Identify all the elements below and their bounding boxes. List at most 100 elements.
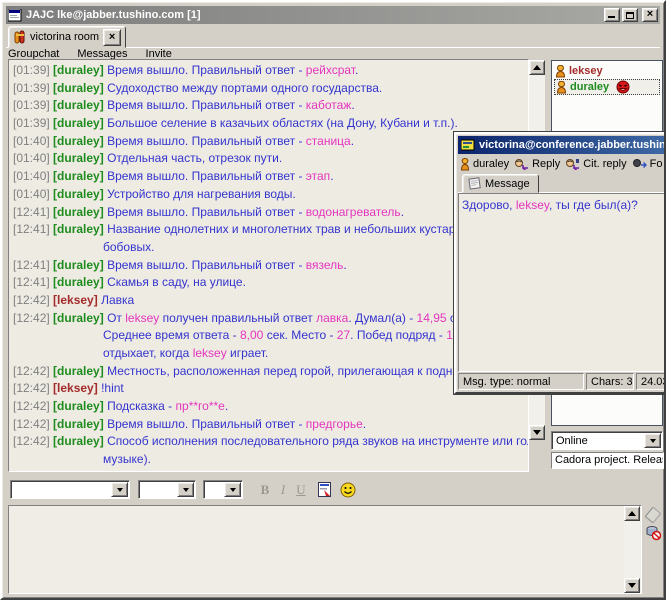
bold-button[interactable]: B [257,482,273,498]
roster-item-leksey[interactable]: leksey [554,63,660,79]
nick-label: [duraley] [53,205,104,219]
message-text: Здорово, [462,198,516,212]
popup-user-button[interactable]: duraley [460,158,509,171]
chat-log[interactable]: [01:39] [duraley] Время вышло. Правильны… [8,59,529,472]
roster-item-duraley[interactable]: duraley [554,79,660,95]
popup-tab-bar: Message [458,173,666,193]
timestamp: [12:41] [13,205,53,219]
message-text: От [107,311,125,325]
forward-button[interactable]: Fo [632,158,663,170]
chevron-down-icon[interactable] [224,482,241,497]
window-controls: × [602,8,658,22]
chat-line: [12:42] [duraley] Местность, расположенн… [13,363,528,381]
smiley-icon[interactable] [339,481,357,499]
tab-close-button[interactable]: × [103,29,121,46]
popup-message-view[interactable]: Здорово, leksey, ты где был(а)? [458,193,666,372]
chat-line: [01:40] [duraley] Время вышло. Правильны… [13,133,528,151]
timestamp: [12:42] [13,381,53,395]
font-size-select[interactable] [138,480,196,499]
maximize-button[interactable] [622,8,638,22]
message-text: Время вышло. Правильный ответ - [107,134,306,148]
message-note-icon [468,177,481,190]
close-button[interactable]: × [642,8,658,22]
message-text: . [351,134,354,148]
message-text: отдыхает, когда [103,346,193,360]
message-text: Большое селение в казачьих областях (на … [107,116,458,130]
message-text: . [343,258,346,272]
nick-label: [duraley] [53,434,104,448]
reply-icon [514,158,529,170]
nick-label: [duraley] [53,134,104,148]
highlighted-text: каботаж [306,98,352,112]
message-text: . [355,63,358,77]
chat-line: [12:42] [leksey] Лавка [13,292,528,310]
tab-victorina-room[interactable]: victorina room × [8,26,126,48]
chevron-down-icon[interactable] [111,482,128,497]
no-send-icon[interactable] [644,523,662,541]
font-family-select[interactable] [10,480,130,499]
popup-title: victorina@conference.jabber.tushino.com [479,139,665,151]
timestamp: [01:40] [13,169,53,183]
nick-label: [duraley] [53,169,104,183]
popup-titlebar[interactable]: victorina@conference.jabber.tushino.com [458,136,666,154]
nick-label: [duraley] [53,151,104,165]
reply-button[interactable]: Reply [514,158,560,170]
highlighted-text: предгорье [306,417,363,431]
chevron-down-icon[interactable] [177,482,194,497]
nick-label: [duraley] [53,116,104,130]
nick-label: [duraley] [53,187,104,201]
scroll-up-icon[interactable] [624,506,640,521]
chat-line: [01:39] [duraley] Судоходство между порт… [13,80,528,98]
message-text: получен правильный ответ [159,311,316,325]
highlighted-text: этап [306,169,330,183]
status-message-input[interactable]: Cadora project. Release [551,452,664,469]
nick-label: [duraley] [53,258,104,272]
message-text: . [363,417,366,431]
nick-label: [duraley] [53,275,104,289]
input-scrollbar[interactable] [624,506,640,593]
cit-reply-icon [565,158,580,170]
tab-message[interactable]: Message [462,174,539,193]
message-text: сек. Место - [263,328,336,342]
app-window: JAJC lke@jabber.tushino.com [1] × victor… [0,0,666,600]
cit-reply-button[interactable]: Cit. reply [565,158,626,170]
font-color-select[interactable] [203,480,243,499]
chevron-down-icon[interactable] [644,433,661,448]
timestamp: [12:42] [13,434,53,448]
chat-line: [12:42] [leksey] !hint [13,380,528,398]
scroll-up-icon[interactable] [529,60,545,75]
nick-label: [leksey] [53,381,98,395]
tab-bar: victorina room × [6,24,660,48]
message-text: Подсказка - [107,399,175,413]
notes-icon[interactable] [315,481,333,499]
chat-popup-window: victorina@conference.jabber.tushino.com … [454,132,666,394]
titlebar[interactable]: JAJC lke@jabber.tushino.com [1] × [6,6,660,24]
chat-messages: [01:39] [duraley] Время вышло. Правильны… [13,62,528,469]
chat-line: [01:40] [duraley] Время вышло. Правильны… [13,168,528,186]
timestamp: [12:41] [13,275,53,289]
highlighted-text: водонагреватель [306,205,401,219]
underline-button[interactable]: U [293,482,309,498]
char-count-status: Chars: 31 [586,373,634,390]
forward-icon [632,158,647,170]
scroll-down-icon[interactable] [529,425,545,440]
chat-line: [12:42] [duraley] Способ исполнения посл… [13,433,528,451]
message-text: Скамья в саду, на улице. [107,275,246,289]
message-text: Устройство для нагревания воды. [107,187,296,201]
timestamp: [01:39] [13,116,53,130]
window-title: JAJC lke@jabber.tushino.com [1] [26,9,602,21]
roster-name: duraley [570,81,609,93]
nick-label: [duraley] [53,417,104,431]
message-text: Время вышло. Правильный ответ - [107,258,306,272]
message-input[interactable] [8,505,642,594]
composer-toolbar: B I U [6,475,660,504]
tab-label: victorina room [30,31,99,43]
italic-button[interactable]: I [275,482,291,498]
message-text: Отдельная часть, отрезок пути. [107,151,282,165]
minimize-button[interactable] [604,8,620,22]
highlighted-text: станица [306,134,351,148]
scroll-down-icon[interactable] [624,578,640,593]
presence-select[interactable]: Online [551,431,663,450]
message-text: . [330,169,333,183]
popup-toolbar: duraley Reply Cit. reply Fo [458,155,666,173]
